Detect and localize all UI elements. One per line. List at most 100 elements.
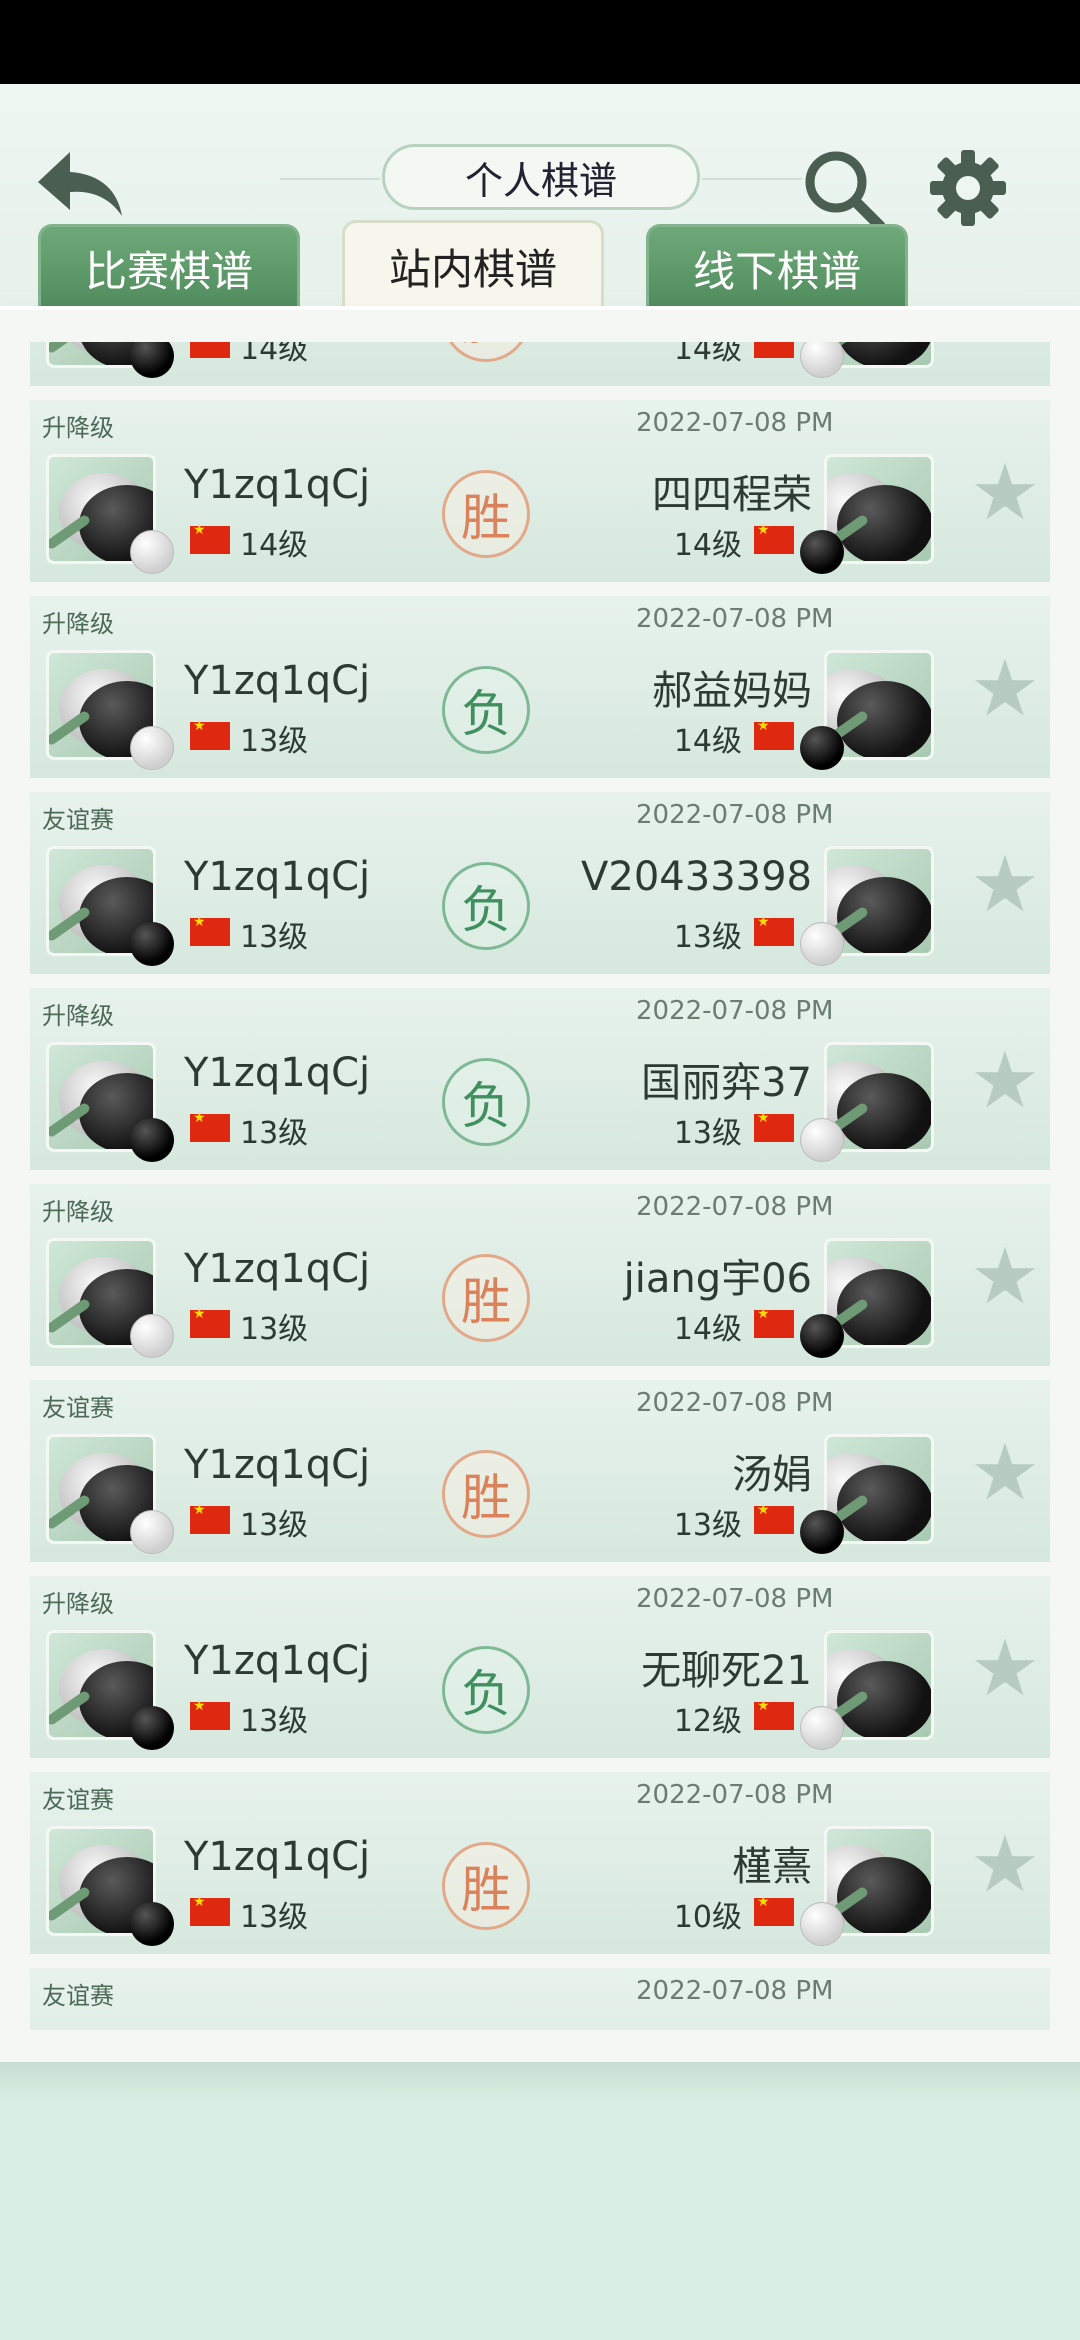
china-flag-icon <box>754 1110 794 1142</box>
white-stone-icon <box>800 342 844 378</box>
game-record-row[interactable]: 升降级 2022-07-08 PM Y1zq1qCj 13级 负 无聊死21 12级 ★ <box>30 1576 1050 1762</box>
player-name-right: 郝益妈妈 <box>652 668 812 714</box>
game-record-row[interactable]: 友谊赛 2022-07-08 PM Y1zq1qCj 13级 负 V20433398 13级… <box>30 792 1050 978</box>
game-date: 2022-07-08 PM <box>636 604 834 634</box>
star-icon[interactable]: ★ <box>966 454 1044 532</box>
game-record-row[interactable]: 升降级 2022-07-08 PM Y1zq1qCj 13级 胜 jiang宇06 14级 ★ <box>30 1184 1050 1370</box>
star-icon[interactable]: ★ <box>966 1434 1044 1512</box>
game-date: 2022-07-08 PM <box>636 1388 834 1418</box>
game-type-label: 升降级 <box>42 1002 114 1030</box>
china-flag-icon <box>190 914 230 946</box>
game-result-badge: 负 <box>442 1058 530 1146</box>
player-name-left: Y1zq1qCj <box>184 854 371 900</box>
star-icon[interactable]: ★ <box>966 650 1044 728</box>
player-name-right: 无聊死21 <box>641 1648 812 1694</box>
star-icon[interactable]: ★ <box>966 846 1044 924</box>
game-date: 2022-07-08 PM <box>636 1780 834 1810</box>
game-record-row[interactable]: 升降级 2022-07-08 PM Y1zq1qCj 13级 负 国丽弈37 13级 ★ <box>30 988 1050 1174</box>
game-type-label: 友谊赛 <box>42 1786 114 1814</box>
back-arrow-icon[interactable] <box>30 144 130 224</box>
game-result-badge: 负 <box>442 862 530 950</box>
player-rank-right: 13级 <box>673 1508 742 1543</box>
player-name-left: Y1zq1qCj <box>184 1442 371 1488</box>
china-flag-icon <box>190 1306 230 1338</box>
player-rank-right: 14级 <box>673 528 742 563</box>
star-icon[interactable]: ★ <box>966 1238 1044 1316</box>
game-result-badge: 胜 <box>442 1254 530 1342</box>
player-name-left: Y1zq1qCj <box>184 1834 371 1880</box>
game-result-badge: 胜 <box>442 470 530 558</box>
china-flag-icon <box>754 1502 794 1534</box>
search-icon[interactable] <box>800 146 886 232</box>
game-record-row[interactable]: 友谊赛 2022-07-08 PM Y1zq1qCj 13级 胜 汤娟 13级 ★ <box>30 1380 1050 1566</box>
player-rank-right: 10级 <box>673 1900 742 1935</box>
china-flag-icon <box>754 1306 794 1338</box>
tab-site-records[interactable]: 站内棋谱 <box>342 220 604 310</box>
tab-offline-records[interactable]: 线下棋谱 <box>646 224 908 310</box>
game-type-label: 升降级 <box>42 1590 114 1618</box>
game-date: 2022-07-08 PM <box>636 1976 834 2006</box>
black-stone-icon <box>130 1902 174 1946</box>
star-icon[interactable]: ★ <box>966 1630 1044 1708</box>
player-name-left: Y1zq1qCj <box>184 1638 371 1684</box>
game-date: 2022-07-08 PM <box>636 408 834 438</box>
game-record-row[interactable]: 升降级 2022-07-08 PM Y1zq1qCj 14级 胜 四四程荣 14级 ★ <box>30 400 1050 586</box>
china-flag-icon <box>190 718 230 750</box>
china-flag-icon <box>190 1698 230 1730</box>
player-rank-left: 14级 <box>240 342 309 367</box>
china-flag-icon <box>754 718 794 750</box>
china-flag-icon <box>190 522 230 554</box>
game-date: 2022-07-08 PM <box>636 1584 834 1614</box>
player-name-left: Y1zq1qCj <box>184 1246 371 1292</box>
page-title: 个人棋谱 <box>382 144 700 210</box>
player-rank-left: 13级 <box>240 1508 309 1543</box>
game-result-badge: 负 <box>442 1646 530 1734</box>
game-type-label: 升降级 <box>42 1198 114 1226</box>
player-rank-right: 14级 <box>673 724 742 759</box>
white-stone-icon <box>800 1902 844 1946</box>
player-name-right: 四四程荣 <box>652 472 812 518</box>
black-stone-icon <box>800 530 844 574</box>
game-type-label: 升降级 <box>42 414 114 442</box>
player-name-left: Y1zq1qCj <box>184 658 371 704</box>
game-result-badge: 胜 <box>442 342 530 362</box>
game-record-row[interactable]: 友谊赛 2022-07-08 PM <box>30 1968 1050 2030</box>
player-rank-right: 13级 <box>673 1116 742 1151</box>
game-result-badge: 负 <box>442 666 530 754</box>
player-rank-left: 14级 <box>240 528 309 563</box>
game-type-label: 升降级 <box>42 610 114 638</box>
black-stone-icon <box>800 1510 844 1554</box>
game-record-row[interactable]: 友谊赛 2022-07-08 PM Y1zq1qCj 13级 胜 槿熹 10级 ★ <box>30 1772 1050 1958</box>
china-flag-icon <box>754 914 794 946</box>
player-rank-left: 13级 <box>240 1116 309 1151</box>
game-record-row[interactable]: 14级 胜 14级 <box>30 342 1050 390</box>
game-date: 2022-07-08 PM <box>636 1192 834 1222</box>
china-flag-icon <box>754 1894 794 1926</box>
player-rank-right: 13级 <box>673 920 742 955</box>
player-name-right: 国丽弈37 <box>641 1060 812 1106</box>
tab-match-records[interactable]: 比赛棋谱 <box>38 224 300 310</box>
bottom-strip <box>0 2062 1080 2102</box>
china-flag-icon <box>190 1502 230 1534</box>
star-icon[interactable]: ★ <box>966 1826 1044 1904</box>
china-flag-icon <box>754 1698 794 1730</box>
game-record-row[interactable]: 升降级 2022-07-08 PM Y1zq1qCj 13级 负 郝益妈妈 14级 ★ <box>30 596 1050 782</box>
white-stone-icon <box>130 1510 174 1554</box>
white-stone-icon <box>800 1118 844 1162</box>
white-stone-icon <box>130 726 174 770</box>
white-stone-icon <box>130 530 174 574</box>
star-icon[interactable]: ★ <box>966 1042 1044 1120</box>
game-result-badge: 胜 <box>442 1842 530 1930</box>
player-name-left: Y1zq1qCj <box>184 1050 371 1096</box>
player-name-right: jiang宇06 <box>623 1256 812 1302</box>
gear-icon[interactable] <box>926 146 1010 230</box>
title-line-left <box>280 178 380 180</box>
game-date: 2022-07-08 PM <box>636 800 834 830</box>
game-record-list[interactable]: 14级胜14级升降级2022-07-08 PMY1zq1qCj14级胜四四程荣1… <box>0 342 1080 2030</box>
game-result-badge: 胜 <box>442 1450 530 1538</box>
game-type-label: 友谊赛 <box>42 1394 114 1422</box>
white-stone-icon <box>130 1314 174 1358</box>
black-stone-icon <box>800 1314 844 1358</box>
player-rank-left: 13级 <box>240 1704 309 1739</box>
white-stone-icon <box>800 922 844 966</box>
